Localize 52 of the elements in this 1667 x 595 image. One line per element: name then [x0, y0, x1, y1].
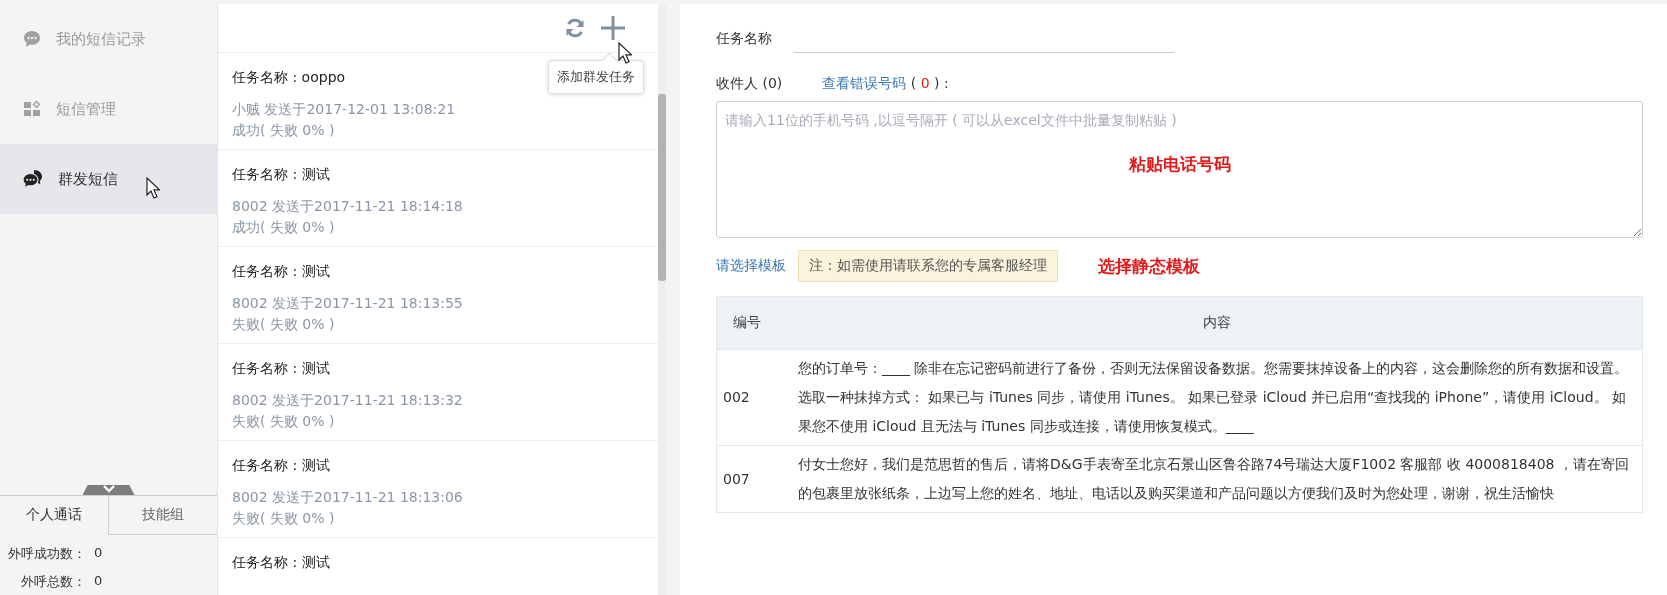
annotation-text: 选择静态模板 — [1097, 254, 1200, 278]
table-cell: 002 — [716, 349, 792, 446]
stat-value: 0 — [94, 573, 103, 590]
column-header: 编号 — [716, 296, 792, 350]
column-header: 内容 — [792, 296, 1643, 350]
task-sent-info: 小贼 发送于2017-12-01 13:08:21 — [232, 100, 456, 119]
template-link[interactable]: 请选择模板 — [716, 257, 786, 275]
table-cell: 007 — [716, 445, 792, 513]
cursor-icon — [146, 177, 160, 199]
sidebar-label: 短信管理 — [56, 99, 116, 119]
add-icon[interactable] — [600, 15, 626, 41]
error-numbers-link[interactable]: 查看错误号码 — [822, 75, 907, 91]
tooltip: 添加群发任务 — [548, 60, 644, 94]
chat-bubbles-icon — [22, 169, 44, 189]
field-label: 任务名称 — [716, 29, 772, 48]
notice-box: 注 : 如需使用请联系您的专属客服经理 — [798, 250, 1058, 282]
task-title: 任务名称 : ooppo — [232, 69, 346, 87]
task-title: 任务名称 : 测试 — [232, 360, 330, 378]
annotation-text: 粘贴电话号码 — [1128, 153, 1231, 176]
chat-bubble-icon — [22, 29, 42, 49]
task-result: 失败( 失败 0% ) — [232, 412, 335, 431]
task-title: 任务名称 : 测试 — [232, 166, 330, 184]
sidebar-item[interactable]: 群发短信 — [0, 144, 217, 214]
cursor-icon — [618, 42, 632, 64]
task-title: 任务名称 : 测试 — [232, 457, 330, 475]
table-cell: 您的订单号：____ 除非在忘记密码前进行了备份，否则无法保留设备数据。您需要抹掉设备上的内容，这会删除您的所有数据和设置。选取一种抹掉方式： 如果已与 iTunes 同步，请使用 iTunes。 如果已登录 iCloud 并已启用“查找我的 iPhone”，请使用 iCloud。 如果您不使用 iCloud 且无法与 iTunes 同步或连接，请使用恢复模式。____ — [792, 349, 1643, 446]
bracket-text: ) : — [934, 75, 949, 91]
task-sent-info: 8002 发送于2017-11-21 18:13:06 — [232, 488, 463, 507]
stat-value: 0 — [94, 545, 103, 562]
task-result: 失败( 失败 0% ) — [232, 509, 335, 528]
task-result: 失败( 失败 0% ) — [232, 315, 335, 334]
tab[interactable]: 技能组 — [108, 496, 217, 535]
stat-label: 外呼成功数： — [7, 545, 86, 563]
task-sent-info: 8002 发送于2017-11-21 18:14:18 — [232, 197, 463, 216]
sidebar-label: 群发短信 — [58, 169, 118, 189]
task-sent-info: 8002 发送于2017-11-21 18:13:32 — [232, 391, 463, 410]
task-title: 任务名称 : 测试 — [232, 263, 330, 281]
error-count: 0 — [920, 75, 930, 91]
refresh-icon[interactable] — [564, 17, 586, 39]
sidebar-label: 我的短信记录 — [56, 29, 146, 49]
bracket-text: ( — [910, 75, 917, 91]
grid-icon — [22, 99, 42, 119]
collapse-handle[interactable] — [82, 485, 135, 495]
task-title: 任务名称 : 测试 — [232, 554, 330, 572]
recipients-label: 收件人 (0) — [716, 75, 783, 93]
stat-label: 外呼总数： — [20, 573, 86, 591]
task-result: 成功( 失败 0% ) — [232, 121, 335, 140]
task-result: 成功( 失败 0% ) — [232, 218, 335, 237]
tab[interactable]: 个人通话 — [0, 496, 108, 535]
scrollbar-thumb[interactable] — [658, 94, 666, 281]
task-sent-info: 8002 发送于2017-11-21 18:13:55 — [232, 294, 463, 313]
table-cell: 付女士您好，我们是范思哲的售后，请将D&G手表寄至北京石景山区鲁谷路74号瑞达大厦F1002 客服部 收 4000818408 ，请在寄回的包裹里放张纸条，上边写上您的姓名、地址、电话以及购买渠道和产品问题以方便我们及时为您处理，谢谢，祝生活愉快 — [792, 445, 1643, 513]
